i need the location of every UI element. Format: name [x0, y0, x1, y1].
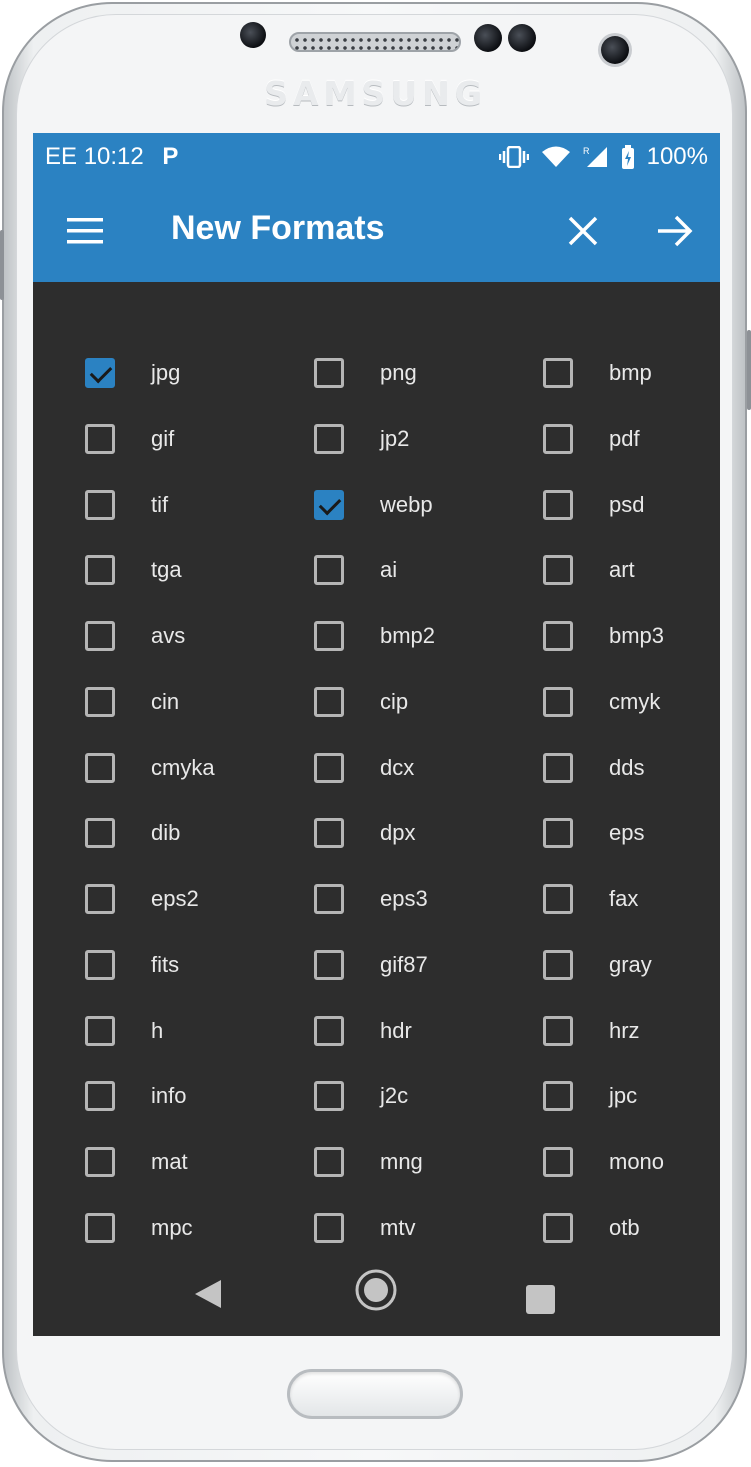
- format-option-dcx[interactable]: dcx: [262, 707, 491, 783]
- format-label: mtv: [380, 1214, 416, 1240]
- format-option-mat[interactable]: mat: [33, 1101, 262, 1177]
- carrier-label: EE: [45, 143, 78, 170]
- brand-logo: SAMSUNG: [264, 74, 487, 113]
- hamburger-menu-icon[interactable]: [61, 211, 111, 251]
- format-option-ai[interactable]: ai: [262, 509, 491, 586]
- format-option-pdf[interactable]: pdf: [491, 378, 720, 454]
- format-option-bmp3[interactable]: bmp3: [491, 575, 720, 651]
- format-checkbox-grid: jpg png bmp gif jp2 pdf tif webp psd tga ai art avs b…: [33, 282, 720, 1243]
- format-option-gif[interactable]: gif: [33, 378, 262, 454]
- recents-square-icon[interactable]: [526, 1285, 555, 1314]
- format-option-info[interactable]: info: [33, 1035, 262, 1112]
- format-option-eps[interactable]: eps: [491, 772, 720, 849]
- power-button: [747, 330, 751, 410]
- earpiece-speaker: [289, 32, 461, 52]
- arrow-right-icon[interactable]: [650, 209, 698, 253]
- format-option-cmyk[interactable]: cmyk: [491, 641, 720, 717]
- proximity-sensor: [240, 22, 266, 48]
- checkbox[interactable]: [314, 1212, 344, 1243]
- signal-icon: R: [583, 146, 607, 167]
- format-option-dds[interactable]: dds: [491, 707, 720, 783]
- format-option-fits[interactable]: fits: [33, 904, 262, 980]
- format-option-mono[interactable]: mono: [491, 1101, 720, 1177]
- format-option-fax[interactable]: fax: [491, 838, 720, 914]
- svg-text:R: R: [583, 146, 590, 156]
- front-camera: [601, 36, 629, 64]
- home-circle-icon[interactable]: [354, 1268, 398, 1312]
- format-option-eps2[interactable]: eps2: [33, 838, 262, 914]
- light-sensor-2: [508, 24, 536, 52]
- checkbox[interactable]: [543, 1212, 573, 1243]
- format-option-art[interactable]: art: [491, 509, 720, 586]
- status-right: R 100%: [498, 143, 708, 171]
- format-option-cmyka[interactable]: cmyka: [33, 707, 262, 783]
- screen: EE 10:12 P R 100% New Formats jpg png bm…: [33, 133, 720, 1336]
- format-option-mng[interactable]: mng: [262, 1101, 491, 1177]
- format-option-hdr[interactable]: hdr: [262, 970, 491, 1046]
- format-option-eps3[interactable]: eps3: [262, 838, 491, 914]
- format-option-dib[interactable]: dib: [33, 772, 262, 849]
- format-option-gif87[interactable]: gif87: [262, 904, 491, 980]
- format-option-bmp2[interactable]: bmp2: [262, 575, 491, 651]
- notification-p-icon: P: [162, 143, 179, 170]
- format-option-jpc[interactable]: jpc: [491, 1035, 720, 1112]
- wifi-icon: [541, 146, 570, 167]
- status-left: EE 10:12 P: [45, 143, 178, 171]
- format-option-tif[interactable]: tif: [33, 444, 262, 520]
- format-label: otb: [609, 1214, 640, 1240]
- close-icon[interactable]: [561, 209, 605, 253]
- format-option-jpg[interactable]: jpg: [33, 312, 262, 388]
- light-sensor: [474, 24, 502, 52]
- clock: 10:12: [83, 143, 144, 170]
- hardware-home-button[interactable]: [287, 1369, 463, 1419]
- format-option-cip[interactable]: cip: [262, 641, 491, 717]
- navigation-bar: [33, 1244, 720, 1336]
- app-toolbar: New Formats: [33, 181, 720, 282]
- format-option-png[interactable]: png: [262, 312, 491, 388]
- format-option-otb[interactable]: otb: [491, 1167, 720, 1243]
- format-option-jp2[interactable]: jp2: [262, 378, 491, 454]
- format-option-mpc[interactable]: mpc: [33, 1167, 262, 1243]
- format-option-psd[interactable]: psd: [491, 444, 720, 520]
- status-bar: EE 10:12 P R 100%: [33, 133, 720, 181]
- checkbox[interactable]: [85, 1212, 115, 1243]
- format-option-h[interactable]: h: [33, 970, 262, 1046]
- format-option-bmp[interactable]: bmp: [491, 312, 720, 388]
- back-triangle-icon[interactable]: [193, 1278, 223, 1310]
- format-option-cin[interactable]: cin: [33, 641, 262, 717]
- format-option-dpx[interactable]: dpx: [262, 772, 491, 849]
- page-title: New Formats: [171, 209, 385, 247]
- battery-percent: 100%: [646, 143, 708, 170]
- format-option-gray[interactable]: gray: [491, 904, 720, 980]
- volume-button: [0, 230, 4, 300]
- format-option-avs[interactable]: avs: [33, 575, 262, 651]
- format-option-webp[interactable]: webp: [262, 444, 491, 520]
- format-option-j2c[interactable]: j2c: [262, 1035, 491, 1112]
- format-option-tga[interactable]: tga: [33, 509, 262, 586]
- format-option-mtv[interactable]: mtv: [262, 1167, 491, 1243]
- vibrate-icon: [498, 146, 529, 168]
- battery-icon: [621, 145, 634, 169]
- format-option-hrz[interactable]: hrz: [491, 970, 720, 1046]
- format-label: mpc: [151, 1214, 193, 1240]
